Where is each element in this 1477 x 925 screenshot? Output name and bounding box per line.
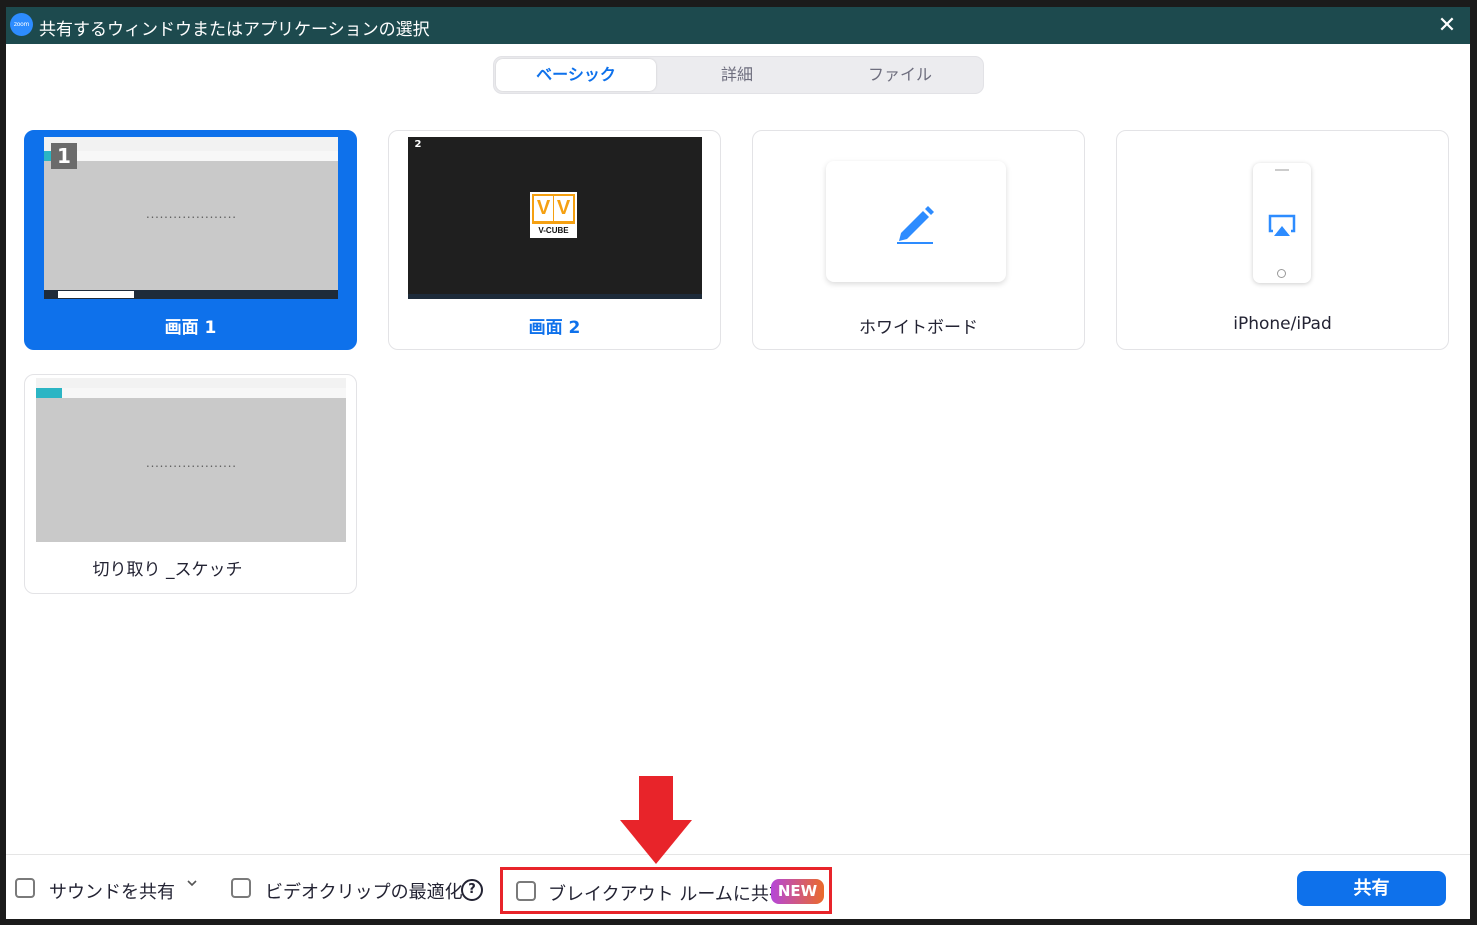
window-title: 共有するウィンドウまたはアプリケーションの選択 xyxy=(39,20,430,40)
tile-screen-2[interactable]: V V V-CUBE 2 画面 2 xyxy=(388,130,721,350)
close-button[interactable]: ✕ xyxy=(1430,9,1464,43)
help-icon[interactable]: ? xyxy=(461,879,483,901)
title-bar: zoom 共有するウィンドウまたはアプリケーションの選択 ✕ xyxy=(6,7,1470,44)
red-arrow-annotation xyxy=(620,776,692,864)
share-sound-label: サウンドを共有 xyxy=(49,882,175,903)
whiteboard-card xyxy=(826,161,1006,282)
share-button[interactable]: 共有 xyxy=(1297,871,1446,906)
share-dialog: zoom 共有するウィンドウまたはアプリケーションの選択 ✕ ベーシック 詳細 … xyxy=(6,7,1470,919)
screen-1-thumbnail: • • • • • • • • • • • • • • • • • • • • xyxy=(44,137,338,299)
breakout-share-label: ブレイクアウト ルームに共有 xyxy=(548,884,787,905)
snip-sketch-thumbnail: • • • • • • • • • • • • • • • • • • • • xyxy=(36,378,346,542)
breakout-highlight-box: ブレイクアウト ルームに共有 NEW xyxy=(500,867,832,914)
airplay-icon xyxy=(1268,214,1296,236)
new-badge: NEW xyxy=(771,879,824,904)
tab-files[interactable]: ファイル xyxy=(820,59,980,91)
bottom-bar: サウンドを共有 ビデオクリップの最適化 ? ブレイクアウト ルームに共有 NEW… xyxy=(6,854,1470,919)
screen-number-badge: 1 xyxy=(51,143,77,169)
tile-whiteboard[interactable]: ホワイトボード xyxy=(752,130,1085,350)
tab-basic[interactable]: ベーシック xyxy=(496,59,656,91)
screen-2-thumbnail: V V V-CUBE xyxy=(408,137,702,299)
tab-bar: ベーシック 詳細 ファイル xyxy=(493,56,984,94)
optimize-video-checkbox[interactable] xyxy=(231,878,251,898)
phone-frame xyxy=(1253,163,1311,283)
tile-label: 切り取り _スケッチ xyxy=(92,560,243,580)
tile-snip-sketch[interactable]: • • • • • • • • • • • • • • • • • • • • … xyxy=(24,374,357,594)
zoom-logo: zoom xyxy=(10,13,33,36)
screen-number-badge: 2 xyxy=(411,138,425,152)
share-sound-checkbox[interactable] xyxy=(15,878,35,898)
breakout-share-checkbox[interactable] xyxy=(516,881,536,901)
tile-iphone-ipad[interactable]: iPhone/iPad xyxy=(1116,130,1449,350)
tile-label: iPhone/iPad xyxy=(1233,314,1332,334)
tile-label: 画面 1 xyxy=(164,318,217,338)
pencil-icon xyxy=(897,206,934,244)
tab-advanced[interactable]: 詳細 xyxy=(657,59,817,91)
optimize-video-label: ビデオクリップの最適化 xyxy=(265,882,463,903)
tile-label: 画面 2 xyxy=(528,318,581,338)
vcube-logo: V V V-CUBE xyxy=(530,192,577,238)
tile-label: ホワイトボード xyxy=(859,318,978,338)
chevron-down-icon[interactable] xyxy=(186,878,198,888)
tile-screen-1[interactable]: • • • • • • • • • • • • • • • • • • • • … xyxy=(24,130,357,350)
